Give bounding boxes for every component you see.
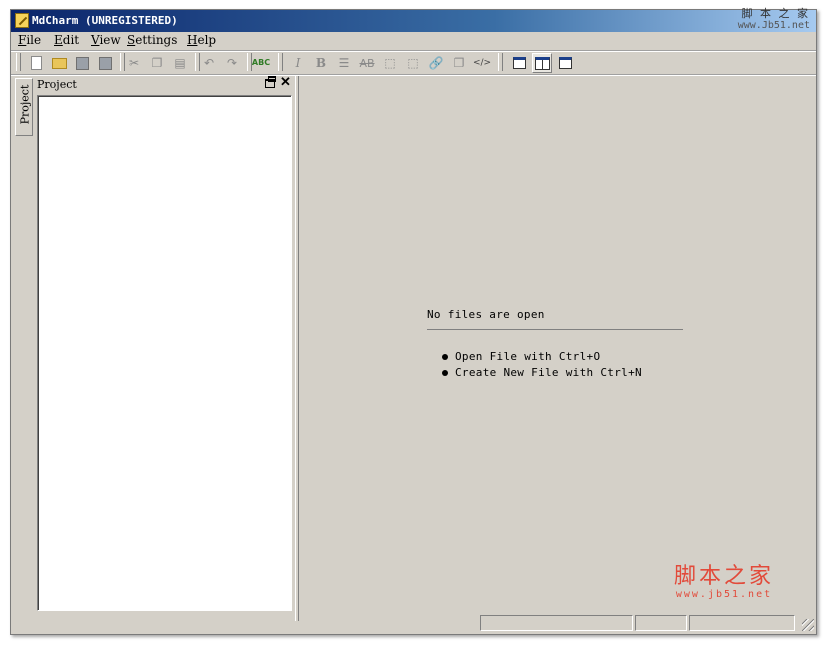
app-window: MdCharm (UNREGISTERED) 脚 本 之 家 www.Jb51.… [10, 8, 817, 635]
strikethrough-button[interactable]: AB [357, 53, 377, 73]
tab-project[interactable]: Project [15, 78, 33, 136]
status-cell-position [635, 615, 687, 631]
ordered-list-icon: ☰ [338, 56, 350, 70]
redo-button[interactable]: ↷ [222, 53, 242, 73]
watermark-bottom-text: 脚本之家 [673, 564, 774, 589]
menu-help[interactable]: Help [187, 33, 216, 47]
copy-icon: ❐ [151, 56, 163, 70]
image-icon: ❐ [453, 56, 465, 70]
undo-icon: ↶ [203, 56, 215, 70]
watermark-bottom: 脚本之家 www.jb51.net [665, 564, 783, 601]
toolbar: ✂ ❐ ▤ ↶ ↷ ABC I B ☰ AB ⬚ ⬚ 🔗 ❐ </> [11, 51, 816, 75]
menu-file[interactable]: File [18, 33, 41, 47]
horizontal-rule-button[interactable]: ⬚ [380, 53, 400, 73]
editor-only-view-icon [512, 57, 526, 69]
horizontal-rule-icon: ⬚ [384, 56, 396, 70]
status-bar [11, 613, 816, 633]
italic-button[interactable]: I [288, 53, 308, 73]
toolbar-grip[interactable] [16, 53, 21, 71]
menu-settings[interactable]: Settings [127, 33, 177, 47]
save-icon [75, 56, 89, 70]
split-view-icon [534, 56, 550, 70]
menu-bar: File Edit View Settings Help [11, 32, 816, 50]
open-file-button[interactable] [49, 53, 69, 73]
undo-button[interactable]: ↶ [199, 53, 219, 73]
link-button[interactable]: 🔗 [426, 53, 446, 73]
watermark-top-url: www.Jb51.net [737, 20, 810, 31]
split-view-button[interactable] [532, 53, 552, 73]
bold-button[interactable]: B [311, 53, 331, 73]
link-icon: 🔗 [428, 56, 444, 70]
project-panel-header: Project ✕ [35, 75, 293, 94]
float-panel-icon[interactable] [265, 76, 276, 88]
open-file-hint: Open File with Ctrl+O [441, 350, 601, 363]
editor-only-view-button[interactable] [509, 53, 529, 73]
tab-project-label: Project [18, 84, 32, 125]
toolbar-grip[interactable] [498, 53, 503, 71]
title-bar[interactable]: MdCharm (UNREGISTERED) [11, 10, 816, 32]
toolbar-grip[interactable] [278, 53, 283, 71]
app-logo-icon [15, 13, 29, 28]
menu-view[interactable]: View [91, 33, 121, 47]
redo-icon: ↷ [226, 56, 238, 70]
resize-grip[interactable] [802, 619, 814, 631]
code-button[interactable]: </> [472, 53, 492, 73]
table-button[interactable]: ⬚ [403, 53, 423, 73]
project-panel-title: Project [37, 78, 77, 91]
save-all-button[interactable] [95, 53, 115, 73]
spellcheck-button[interactable]: ABC [251, 53, 271, 73]
new-file-hint: Create New File with Ctrl+N [442, 366, 642, 379]
save-button[interactable] [72, 53, 92, 73]
close-panel-icon[interactable]: ✕ [280, 75, 291, 90]
table-icon: ⬚ [407, 56, 419, 70]
copy-button[interactable]: ❐ [147, 53, 167, 73]
paste-button[interactable]: ▤ [170, 53, 190, 73]
status-cell-main [480, 615, 633, 631]
cut-button[interactable]: ✂ [124, 53, 144, 73]
status-cell-info [689, 615, 795, 631]
save-all-icon [98, 56, 112, 70]
paste-icon: ▤ [174, 56, 186, 70]
watermark-bottom-url: www.jb51.net [675, 589, 773, 600]
no-files-title: No files are open [427, 308, 545, 321]
project-tree[interactable] [37, 95, 292, 611]
window-title: MdCharm (UNREGISTERED) [32, 14, 178, 27]
menu-edit[interactable]: Edit [54, 33, 79, 47]
editor-area[interactable]: No files are open Open File with Ctrl+O … [299, 76, 816, 621]
ordered-list-button[interactable]: ☰ [334, 53, 354, 73]
open-file-icon [51, 57, 67, 69]
watermark-top-text: 脚 本 之 家 [741, 7, 810, 20]
preview-only-view-button[interactable] [555, 53, 575, 73]
side-tab-strip: Project [15, 78, 35, 621]
watermark-top: 脚 本 之 家 www.Jb51.net [738, 8, 810, 32]
new-file-button[interactable] [26, 53, 46, 73]
image-button[interactable]: ❐ [449, 53, 469, 73]
new-file-icon [30, 56, 42, 70]
spellcheck-icon: ABC [251, 58, 271, 67]
preview-only-view-icon [558, 57, 572, 69]
cut-icon: ✂ [128, 56, 140, 70]
divider [427, 329, 683, 330]
